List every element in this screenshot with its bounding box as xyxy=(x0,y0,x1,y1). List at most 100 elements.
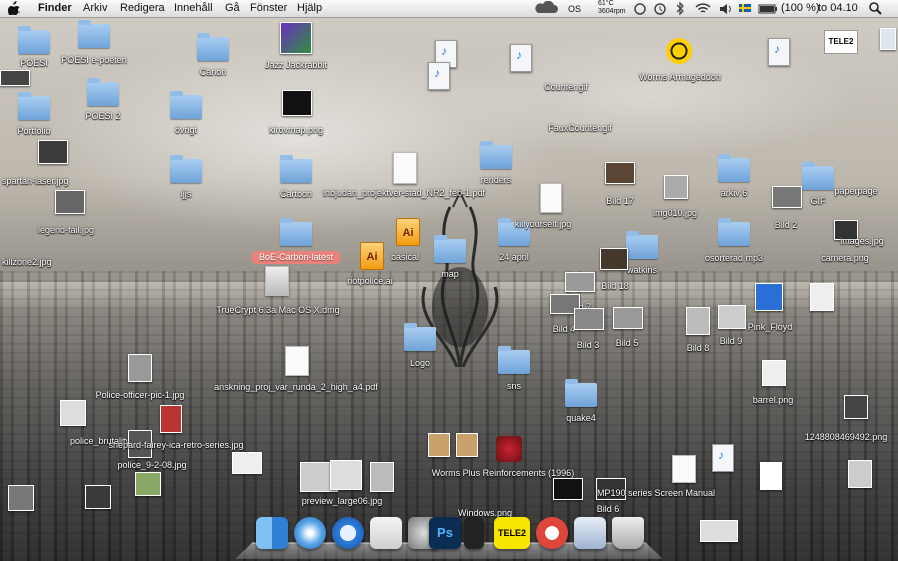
mp3-file-icon[interactable] xyxy=(712,444,734,472)
itunes-dock-icon[interactable] xyxy=(332,517,364,549)
image-thumbnail xyxy=(664,175,688,199)
file-label: camera.png xyxy=(821,253,869,263)
apple-menu-icon[interactable] xyxy=(8,1,20,15)
image-thumbnail xyxy=(686,307,710,335)
image-thumbnail[interactable] xyxy=(848,460,872,488)
file-label: Counter.gif xyxy=(544,82,588,92)
file-label: anskning_proj_var_runda_2_high_a4.pdf xyxy=(214,382,378,392)
image-thumbnail[interactable] xyxy=(760,462,782,490)
mp3-file-icon[interactable] xyxy=(510,44,532,72)
image-thumbnail xyxy=(540,183,562,213)
folder-icon xyxy=(498,346,530,374)
file-label: Pink_Floyd xyxy=(747,322,793,332)
tele2-dock-icon[interactable]: TELE2 xyxy=(494,517,530,549)
thumbs-up-icon[interactable] xyxy=(456,433,478,457)
folder-label: Portfolio xyxy=(17,126,51,136)
image-thumbnail[interactable] xyxy=(880,28,896,50)
bluetooth-icon[interactable] xyxy=(673,1,687,16)
folder-icon xyxy=(434,235,466,263)
thumbs-up-icon[interactable] xyxy=(428,433,450,457)
image-thumbnail[interactable] xyxy=(700,520,738,542)
folder-icon xyxy=(170,155,202,183)
image-thumbnail xyxy=(600,248,628,270)
status-timemachine-icon[interactable] xyxy=(653,1,667,16)
battery-percent[interactable]: (100 %) xyxy=(781,2,820,14)
mp3-file-icon[interactable] xyxy=(768,38,790,66)
file-label: killzone2.jpg xyxy=(2,257,52,267)
file-label: Police-officer-pic-1.jpg xyxy=(95,390,185,400)
image-thumbnail xyxy=(718,305,746,329)
folder-icon xyxy=(87,78,119,106)
illustrator-icon: Ai xyxy=(396,218,420,246)
volume-icon[interactable] xyxy=(718,1,734,16)
folder-icon xyxy=(718,218,750,246)
rifle-image-thumbnail[interactable] xyxy=(0,70,30,86)
menu-innehall[interactable]: Innehåll xyxy=(174,2,213,14)
image-thumbnail xyxy=(282,90,312,116)
menu-hjalp[interactable]: Hjälp xyxy=(297,2,322,14)
status-os-icon-label[interactable]: OS xyxy=(568,4,581,14)
safari-dock-icon[interactable] xyxy=(294,517,326,549)
image-thumbnail xyxy=(755,283,783,311)
folder-label: renders xyxy=(480,175,512,185)
menu-ga[interactable]: Gå xyxy=(225,2,240,14)
app-dock-icon[interactable] xyxy=(464,517,484,549)
file-label: barrel.png xyxy=(752,395,794,405)
image-thumbnail[interactable] xyxy=(810,283,834,311)
app-dock-icon[interactable] xyxy=(536,517,568,549)
status-cloud-icon[interactable] xyxy=(532,1,562,16)
folder-icon xyxy=(626,231,658,259)
menu-redigera[interactable]: Redigera xyxy=(120,2,165,14)
file-label: Bild 4 xyxy=(552,324,576,334)
file-label: spartan-laser.jpg xyxy=(2,176,69,186)
image-thumbnail[interactable] xyxy=(8,485,34,511)
status-sync-icon[interactable] xyxy=(633,1,647,16)
file-label-tag[interactable]: BoE-Carbon-latest xyxy=(251,251,341,264)
mp3-file-icon[interactable] xyxy=(428,62,450,90)
image-thumbnail[interactable] xyxy=(85,485,111,509)
radiation-icon xyxy=(666,38,692,64)
image-thumbnail xyxy=(772,186,802,208)
illustrator-icon: Ai xyxy=(360,242,384,270)
image-thumbnail[interactable] xyxy=(232,452,262,474)
file-label: shepard-fairey-ica-retro-series.jpg xyxy=(108,440,244,450)
image-thumbnail xyxy=(330,460,362,490)
menu-fonster[interactable]: Fönster xyxy=(250,2,287,14)
folder-icon xyxy=(280,218,312,246)
folder-icon xyxy=(18,26,50,54)
finder-dock-icon[interactable] xyxy=(256,517,288,549)
folder-icon xyxy=(565,379,597,407)
folder-icon xyxy=(78,20,110,48)
menu-arkiv[interactable]: Arkiv xyxy=(83,2,107,14)
photoshop-dock-icon[interactable]: Ps xyxy=(429,517,461,549)
file-label: Bild 17 xyxy=(606,196,634,206)
image-thumbnail[interactable] xyxy=(135,472,161,496)
downloads-dock-icon[interactable] xyxy=(574,517,606,549)
battery-icon[interactable] xyxy=(758,1,778,16)
image-thumbnail xyxy=(160,405,182,433)
status-fan[interactable]: 3604rpm xyxy=(598,8,626,16)
file-label: police_9-2-08.jpg xyxy=(117,460,187,470)
trash-dock-icon[interactable] xyxy=(612,517,644,549)
folder-icon xyxy=(18,92,50,120)
worms-icon xyxy=(496,436,522,462)
input-flag-icon[interactable] xyxy=(739,4,751,12)
file-label: Worms Armageddon xyxy=(639,72,721,82)
image-thumbnail xyxy=(574,308,604,330)
menu-finder[interactable]: Finder xyxy=(38,2,72,14)
preview-dock-icon[interactable] xyxy=(370,517,402,549)
wifi-icon[interactable] xyxy=(694,1,712,16)
image-thumbnail xyxy=(38,140,68,164)
file-label: preview_large06.jpg xyxy=(301,496,383,506)
spotlight-icon[interactable] xyxy=(868,1,882,16)
image-thumbnail xyxy=(55,190,85,214)
folder-label: POESI xyxy=(20,58,48,68)
file-label: img010.jpg xyxy=(652,208,698,218)
pdf-document-icon xyxy=(285,346,309,376)
folder-label: sns xyxy=(506,381,522,391)
status-temp[interactable]: 61°C xyxy=(598,0,614,8)
folder-label: GIF xyxy=(810,196,826,206)
folder-icon xyxy=(404,323,436,351)
image-thumbnail xyxy=(553,478,583,500)
menubar-clock[interactable]: to 04.10 xyxy=(818,2,858,14)
